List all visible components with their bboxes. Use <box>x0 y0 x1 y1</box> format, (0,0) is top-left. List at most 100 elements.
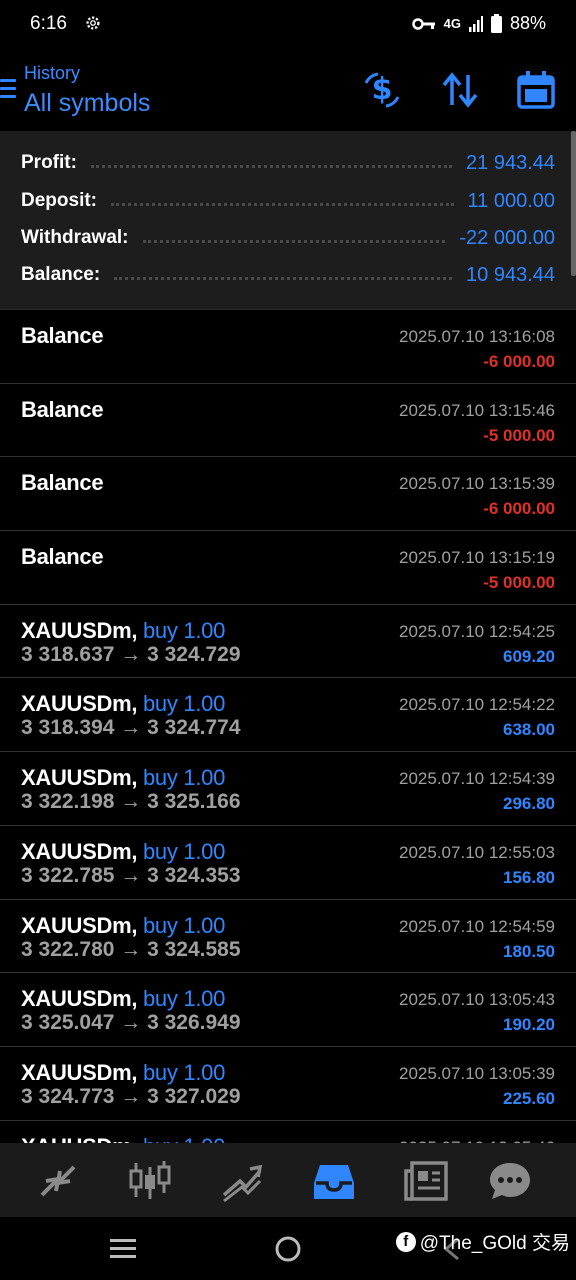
home-icon[interactable] <box>274 1235 302 1263</box>
watermark: f @The_GOld 交易 <box>395 1228 570 1255</box>
deal-row[interactable]: Balance 2025.07.10 13:15:19 -5 000.00 <box>0 530 576 604</box>
deal-prices: 3 322.198 → 3 325.166 <box>21 790 241 814</box>
deal-row[interactable]: XAUUSDm, buy 1.00 3 318.637 → 3 324.729 20… <box>0 603 576 678</box>
deal-time: 2025.07.10 12:54:25 <box>399 621 555 641</box>
leader-dots <box>114 276 453 280</box>
deal-row[interactable]: XAUUSDm, buy 1.00 3 322.785 → 3 324.353 20… <box>0 824 576 899</box>
deal-amount: 225.60 <box>503 1088 555 1108</box>
deal-time: 2025.07.10 12:55:03 <box>399 842 555 862</box>
battery-icon <box>490 14 502 33</box>
deposit-filter-icon[interactable]: $ <box>362 69 402 111</box>
status-time: 6:16 <box>30 13 67 34</box>
deal-row[interactable]: XAUUSDm, buy 1.00 3 324.773 → 3 327.029 20… <box>0 1045 576 1120</box>
deal-symbol: XAUUSDm, <box>21 617 138 643</box>
deal-side: buy 1.00 <box>143 986 226 1012</box>
deal-amount: 190.20 <box>503 1015 555 1035</box>
history-summary: Profit: 21 943.44 Deposit: 11 000.00 Wit… <box>0 131 576 309</box>
deal-time: 2025.07.10 13:15:46 <box>399 400 555 420</box>
deal-row[interactable]: Balance 2025.07.10 13:15:46 -5 000.00 <box>0 382 576 457</box>
settings-gear-icon <box>86 16 100 30</box>
deal-row[interactable]: XAUUSDm, buy 1.00 3 318.394 → 3 324.774 20… <box>0 677 576 751</box>
deal-prices: 3 318.637 → 3 324.729 <box>21 642 241 666</box>
app-header: History All symbols $ <box>0 55 576 130</box>
deal-side: buy 1.00 <box>143 691 226 717</box>
quotes-icon[interactable] <box>36 1159 80 1203</box>
deal-symbol: XAUUSDm, <box>21 1134 137 1143</box>
summary-value: -22 000.00 <box>459 226 555 249</box>
deal-row[interactable]: Balance 2025.07.10 13:15:39 -6 000.00 <box>0 456 576 530</box>
deal-amount: 180.50 <box>503 941 555 961</box>
scrollbar[interactable] <box>571 131 576 276</box>
deal-title: Balance <box>21 544 104 570</box>
summary-value: 11 000.00 <box>467 189 556 212</box>
leader-dots <box>111 202 454 206</box>
recents-icon[interactable] <box>110 1238 136 1258</box>
deal-symbol: Balance <box>21 470 104 496</box>
deal-prices: 3 325.047 → 3 326.949 <box>21 1011 241 1035</box>
deal-row[interactable]: XAUUSDm, buy 1.00 3 322.198 → 3 325.166 20… <box>0 751 576 825</box>
deal-title: XAUUSDm, buy 1.00 <box>21 913 225 939</box>
deal-title: Balance <box>21 323 104 349</box>
deal-time: 2025.07.10 13:15:19 <box>399 548 555 568</box>
summary-label: Withdrawal: <box>21 227 129 248</box>
news-icon[interactable] <box>404 1159 448 1203</box>
deal-title: Balance <box>21 470 104 496</box>
deal-side: buy 1.00 <box>143 838 226 864</box>
system-nav: f @The_GOld 交易 <box>0 1217 576 1280</box>
summary-balance: Balance: 10 943.44 <box>21 260 555 290</box>
calendar-icon[interactable] <box>516 69 556 111</box>
deal-title: XAUUSDm, buy 1.00 <box>21 691 225 717</box>
header-subtitle: History <box>24 63 81 83</box>
summary-deposit: Deposit: 11 000.00 <box>21 186 555 216</box>
deal-time: 2025.07.10 13:05:39 <box>399 1063 555 1083</box>
header-title[interactable]: All symbols <box>24 89 150 118</box>
battery-level: 88% <box>509 13 546 33</box>
bottom-nav <box>0 1143 576 1217</box>
history-icon[interactable] <box>312 1159 356 1203</box>
deal-amount: -6 000.00 <box>483 499 555 519</box>
status-bar: 6:16 4G 88% <box>0 0 576 50</box>
deal-title: XAUUSDm, buy 1.00 <box>21 1060 225 1086</box>
deal-title: XAUUSDm, buy 1.00 <box>21 839 225 865</box>
deal-amount: 296.80 <box>503 794 555 814</box>
summary-label: Profit: <box>21 152 77 173</box>
deal-side: buy 1.00 <box>143 617 226 643</box>
deal-title: XAUUSDm, buy 1.00 <box>21 986 225 1012</box>
summary-withdrawal: Withdrawal: -22 000.00 <box>21 223 555 253</box>
deal-side: buy 1.00 <box>143 765 226 791</box>
chart-icon[interactable] <box>128 1159 172 1203</box>
deal-title: Balance <box>21 396 104 423</box>
deal-row[interactable]: XAUUSDm, buy 1.00 3 322.780 → 3 324.585 20… <box>0 898 576 973</box>
deal-side: buy 1.00 <box>143 1134 225 1143</box>
deal-row[interactable]: Balance 2025.07.10 13:16:08 -6 000.00 <box>0 309 576 383</box>
deal-symbol: XAUUSDm, <box>21 838 138 864</box>
deal-side: buy 1.00 <box>143 912 226 938</box>
summary-value: 21 943.44 <box>466 151 555 174</box>
deal-title: XAUUSDm, buy 1.00 <box>21 765 225 791</box>
deal-row[interactable]: XAUUSDm, buy 1.002025.07.10 13:05:46 <box>0 1119 576 1143</box>
deal-row[interactable]: XAUUSDm, buy 1.00 3 325.047 → 3 326.949 20… <box>0 972 576 1046</box>
deal-symbol: XAUUSDm, <box>21 1059 138 1085</box>
deal-side: buy 1.00 <box>143 1059 226 1085</box>
leader-dots <box>142 239 446 243</box>
sort-icon[interactable] <box>440 69 480 111</box>
deal-amount: -5 000.00 <box>483 425 555 445</box>
leader-dots <box>90 164 453 168</box>
deal-amount: -6 000.00 <box>483 352 555 371</box>
menu-icon[interactable] <box>0 79 16 99</box>
summary-label: Balance: <box>21 264 101 285</box>
deal-symbol: XAUUSDm, <box>21 986 138 1012</box>
trade-icon[interactable] <box>220 1159 264 1203</box>
deal-symbol: Balance <box>21 323 104 348</box>
network-type: 4G <box>443 16 461 31</box>
deal-time: 2025.07.10 13:16:08 <box>399 327 555 346</box>
deal-list[interactable]: Balance 2025.07.10 13:16:08 -6 000.00 Balan… <box>0 309 576 1143</box>
deal-time: 2025.07.10 12:54:22 <box>399 695 555 715</box>
deal-prices: 3 322.780 → 3 324.585 <box>21 937 241 961</box>
deal-time: 2025.07.10 13:15:39 <box>399 474 555 494</box>
deal-title: XAUUSDm, buy 1.00 <box>21 618 225 644</box>
chat-icon[interactable] <box>488 1159 532 1203</box>
deal-prices: 3 324.773 → 3 327.029 <box>21 1084 241 1108</box>
deal-symbol: Balance <box>21 396 104 422</box>
deal-amount: 638.00 <box>503 720 555 740</box>
